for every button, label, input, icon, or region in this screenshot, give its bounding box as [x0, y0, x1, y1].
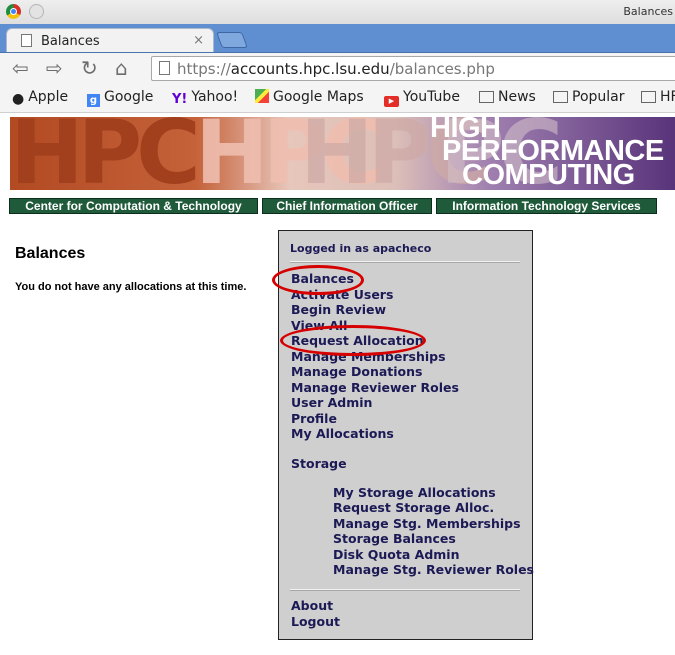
back-icon[interactable]: ⇦ [12, 57, 29, 79]
forward-icon[interactable]: ⇨ [46, 57, 63, 79]
sidebar-item-manage-donations[interactable]: Manage Donations [291, 364, 422, 379]
url-path: /balances.php [389, 60, 495, 78]
bookmark-label: Google [104, 89, 154, 105]
page-icon [21, 34, 32, 47]
reload-icon[interactable]: ↻ [81, 57, 98, 79]
sidebar-item-manage-stg-memberships[interactable]: Manage Stg. Memberships [333, 516, 521, 531]
tab-balances[interactable]: Balances × [6, 28, 214, 52]
folder-icon [641, 91, 656, 103]
tab-strip: Balances × [0, 24, 675, 53]
sidebar-item-user-admin[interactable]: User Admin [291, 395, 372, 410]
sidebar-item-manage-stg-reviewer-roles[interactable]: Manage Stg. Reviewer Roles [333, 562, 534, 577]
page-info-icon[interactable] [159, 61, 170, 75]
bookmarks-bar: ● Apple g Google Y! Yahoo! Google Maps ▶ You… [0, 84, 675, 113]
yahoo-icon: Y! [172, 92, 188, 107]
divider [290, 261, 520, 263]
bookmark-google-maps[interactable]: Google Maps [255, 89, 364, 105]
sidebar-item-view-all[interactable]: View All [291, 318, 347, 333]
window-title: Balances [623, 5, 673, 18]
sidebar-item-request-allocation[interactable]: Request Allocation [291, 333, 424, 348]
bookmark-news[interactable]: News [479, 89, 536, 105]
youtube-icon: ▶ [384, 96, 399, 107]
bookmark-popular[interactable]: Popular [553, 89, 625, 105]
bookmark-label: News [498, 89, 536, 105]
window-titlebar: Balances [0, 0, 675, 24]
apple-icon: ● [12, 91, 25, 107]
folder-icon [479, 91, 494, 103]
url-text: https://accounts.hpc.lsu.edu/balances.ph… [177, 60, 495, 78]
nav-cio-link[interactable]: Chief Information Officer [262, 198, 432, 214]
bookmark-apple[interactable]: ● Apple [12, 89, 68, 107]
home-icon[interactable]: ⌂ [115, 57, 128, 79]
browser-toolbar: ⇦ ⇨ ↻ ⌂ https://accounts.hpc.lsu.edu/bal… [0, 53, 675, 84]
sidebar-item-storage-balances[interactable]: Storage Balances [333, 531, 456, 546]
banner-line-3: COMPUTING [462, 159, 635, 190]
minimize-button[interactable] [29, 4, 44, 19]
sidebar-item-manage-memberships[interactable]: Manage Memberships [291, 349, 446, 364]
sidebar-item-begin-review[interactable]: Begin Review [291, 302, 386, 317]
sidebar-item-my-allocations[interactable]: My Allocations [291, 426, 394, 441]
folder-icon [553, 91, 568, 103]
no-allocations-message: You do not have any allocations at this … [15, 281, 247, 293]
bookmark-label: Google Maps [273, 89, 364, 105]
page-title: Balances [15, 245, 86, 262]
sidebar-item-disk-quota-admin[interactable]: Disk Quota Admin [333, 547, 459, 562]
google-icon: g [87, 94, 100, 107]
divider [290, 589, 520, 591]
bookmark-youtube[interactable]: ▶ YouTube [384, 89, 460, 107]
sidebar-storage-heading[interactable]: Storage [291, 456, 347, 471]
nav-cct-link[interactable]: Center for Computation & Technology [9, 198, 258, 214]
bookmark-hf[interactable]: HF [641, 89, 675, 105]
hpc-banner: HPC HPC HPC PC HIGH PERFORMANCE COMPUTIN… [10, 117, 675, 190]
sidebar-item-request-storage-alloc[interactable]: Request Storage Alloc. [333, 500, 494, 515]
nav-its-link[interactable]: Information Technology Services [436, 198, 657, 214]
chrome-logo-icon [6, 4, 21, 19]
url-scheme: https:// [177, 60, 231, 78]
sidebar-item-activate-users[interactable]: Activate Users [291, 287, 393, 302]
sidebar-item-manage-reviewer-roles[interactable]: Manage Reviewer Roles [291, 380, 459, 395]
bookmark-google[interactable]: g Google [87, 89, 153, 107]
bookmark-label: YouTube [403, 89, 460, 105]
bookmark-label: Apple [28, 89, 69, 105]
bookmark-label: Popular [572, 89, 625, 105]
close-tab-icon[interactable]: × [193, 33, 204, 48]
bookmark-label: Yahoo! [191, 89, 239, 105]
bookmark-yahoo[interactable]: Y! Yahoo! [172, 89, 238, 107]
tab-label: Balances [41, 34, 100, 49]
sidebar-menu: Logged in as apacheco Balances Activate … [278, 230, 534, 640]
banner-logo-text: HPC [10, 117, 201, 190]
sidebar-item-profile[interactable]: Profile [291, 411, 337, 426]
sidebar-item-my-storage-allocations[interactable]: My Storage Allocations [333, 485, 496, 500]
sidebar-item-about[interactable]: About [291, 598, 333, 613]
sidebar-item-balances[interactable]: Balances [291, 271, 354, 286]
url-host: accounts.hpc.lsu.edu [230, 60, 390, 78]
new-tab-button[interactable] [216, 32, 248, 48]
logged-in-status: Logged in as apacheco [290, 242, 432, 255]
sidebar-item-logout[interactable]: Logout [291, 614, 340, 629]
address-bar[interactable]: https://accounts.hpc.lsu.edu/balances.ph… [151, 56, 675, 81]
maps-icon [255, 89, 269, 103]
bookmark-label: HF [660, 89, 675, 105]
